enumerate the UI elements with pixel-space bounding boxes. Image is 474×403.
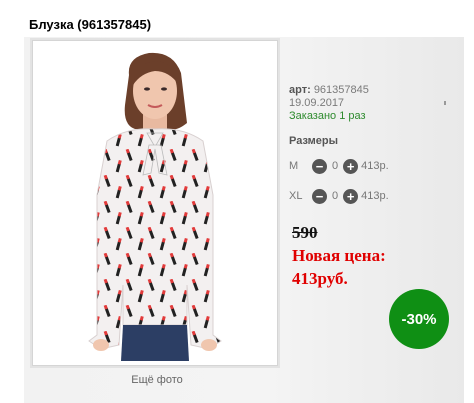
minus-icon[interactable]: − bbox=[312, 188, 327, 204]
plus-icon[interactable]: + bbox=[343, 188, 359, 204]
size-name: M bbox=[289, 160, 299, 172]
size-row-xl: XL − 0 + 413р. bbox=[289, 188, 389, 204]
art-label: арт: bbox=[289, 84, 311, 96]
product-date: 19.09.2017 bbox=[289, 97, 345, 109]
size-price: 413р. bbox=[361, 160, 389, 172]
size-price: 413р. bbox=[361, 190, 389, 202]
size-qty: 0 bbox=[332, 190, 339, 202]
minus-icon[interactable]: − bbox=[312, 158, 327, 174]
product-info: арт: 961357845 19.09.2017 Заказано 1 раз bbox=[289, 84, 369, 123]
plus-icon[interactable]: + bbox=[343, 158, 359, 174]
size-qty: 0 bbox=[332, 160, 339, 172]
size-name: XL bbox=[289, 190, 303, 202]
product-title: Блузка (961357845) bbox=[29, 17, 152, 32]
product-photo-frame[interactable] bbox=[32, 40, 278, 366]
ordered-count: Заказано 1 раз bbox=[289, 110, 366, 122]
product-photo[interactable] bbox=[37, 45, 273, 361]
art-value: 961357845 bbox=[313, 84, 369, 96]
sizes-title: Размеры bbox=[289, 135, 339, 147]
new-price-label: Новая цена: bbox=[292, 246, 386, 265]
divider-tick bbox=[444, 101, 446, 105]
new-price: 413руб. bbox=[292, 269, 348, 288]
discount-badge: -30% bbox=[389, 289, 449, 349]
blouse-model-image bbox=[37, 45, 273, 361]
old-price: 590 bbox=[292, 223, 318, 242]
more-photos-link[interactable]: Ещё фото bbox=[32, 374, 282, 386]
size-row-m: M − 0 + 413р. bbox=[289, 158, 389, 174]
